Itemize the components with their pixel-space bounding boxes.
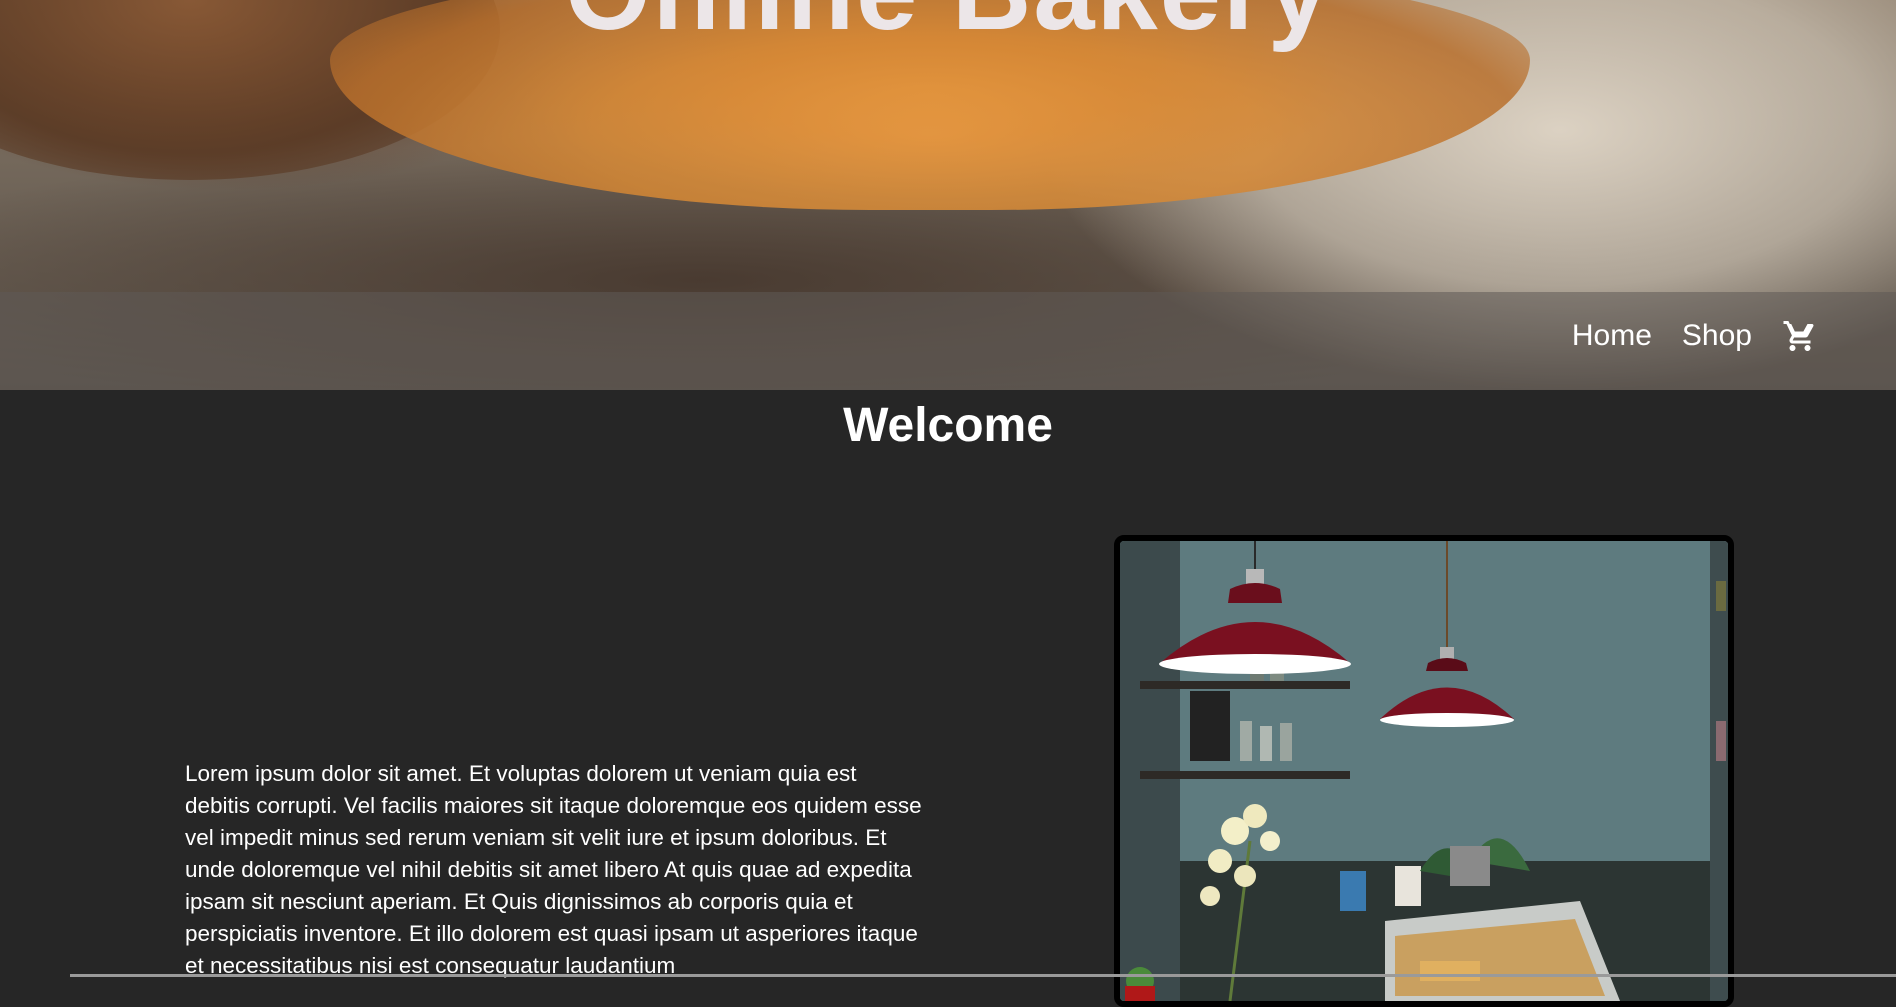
hero-banner: Online Bakery Home Shop xyxy=(0,0,1896,390)
nav-shop-link[interactable]: Shop xyxy=(1682,319,1752,353)
bakery-interior-photo xyxy=(1114,535,1734,1007)
site-title: Online Bakery xyxy=(0,0,1896,55)
welcome-heading: Welcome xyxy=(843,399,1053,452)
nav-home-link[interactable]: Home xyxy=(1572,319,1652,353)
intro-paragraph: Lorem ipsum dolor sit amet. Et voluptas … xyxy=(185,761,922,978)
navbar: Home Shop xyxy=(0,292,1896,390)
nav-links: Home Shop xyxy=(1572,318,1818,354)
shopping-cart-icon[interactable] xyxy=(1782,318,1818,354)
